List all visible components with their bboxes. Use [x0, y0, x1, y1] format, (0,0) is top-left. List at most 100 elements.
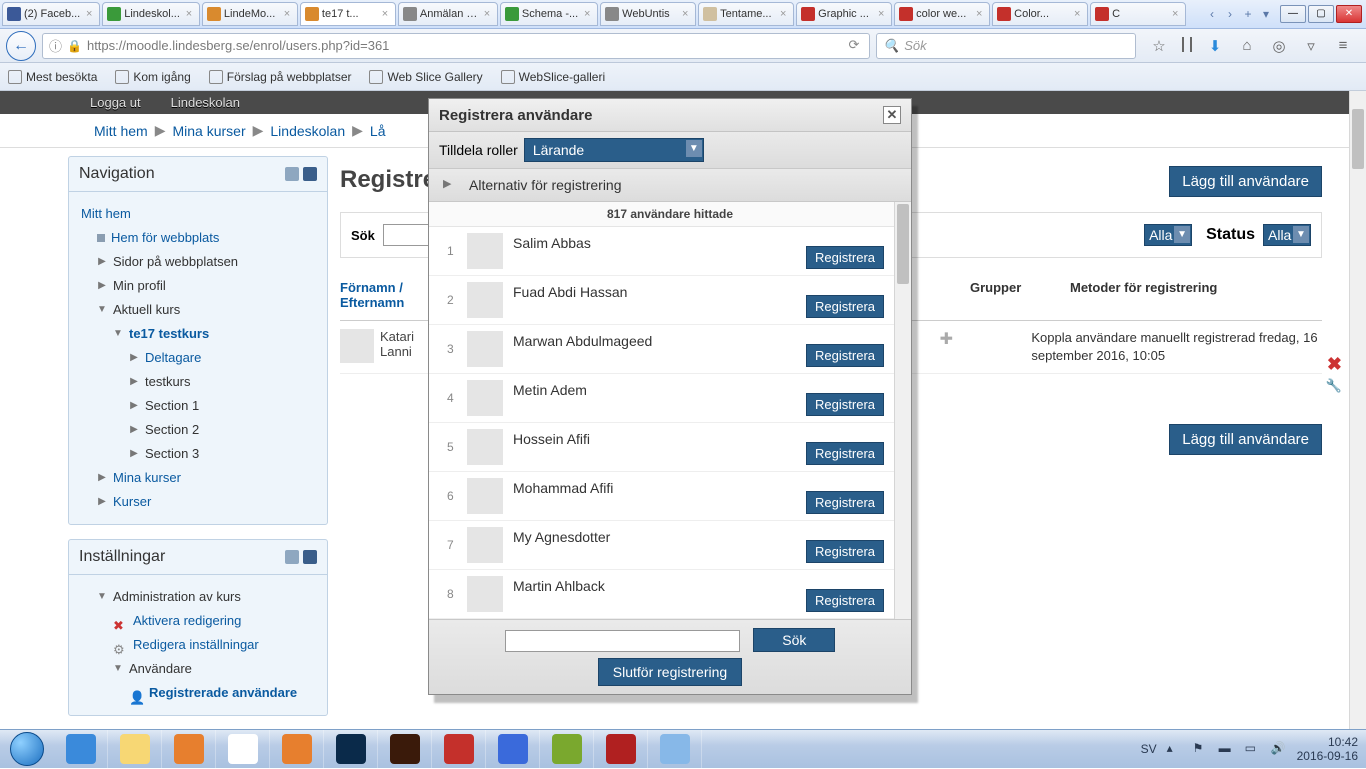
browser-tab[interactable]: (2) Faceb...×: [2, 2, 100, 26]
admin-course[interactable]: ▼Administration av kurs: [81, 585, 315, 609]
bookmark-item[interactable]: WebSlice-galleri: [501, 70, 605, 84]
register-button[interactable]: Registrera: [806, 393, 884, 416]
role-filter-select[interactable]: Alla: [1144, 224, 1192, 246]
bc-courses[interactable]: Mina kurser: [172, 123, 245, 139]
url-bar[interactable]: ⓘ 🔒 https://moodle.lindesberg.se/enrol/u…: [42, 33, 870, 59]
bookmark-item[interactable]: Mest besökta: [8, 70, 97, 84]
dock-icon[interactable]: [303, 550, 317, 564]
col-groups[interactable]: Grupper: [970, 280, 1070, 310]
tab-close-icon[interactable]: ×: [875, 8, 887, 20]
site-link[interactable]: Lindeskolan: [171, 95, 240, 110]
back-button[interactable]: ←: [6, 31, 36, 61]
tab-menu[interactable]: ▾: [1258, 6, 1274, 22]
dialog-search-button[interactable]: Sök: [753, 628, 835, 652]
nav-section3[interactable]: ▶Section 3: [81, 442, 315, 466]
taskbar-app[interactable]: [486, 730, 540, 768]
users-node[interactable]: ▼Användare: [81, 657, 315, 681]
close-window-button[interactable]: ✕: [1336, 5, 1362, 23]
taskbar-app[interactable]: [324, 730, 378, 768]
taskbar-app[interactable]: [216, 730, 270, 768]
network-icon[interactable]: ▬: [1219, 741, 1235, 757]
add-user-button-bottom[interactable]: Lägg till användare: [1169, 424, 1322, 455]
home-icon[interactable]: ⌂: [1238, 37, 1256, 55]
bookmark-star-icon[interactable]: ☆: [1150, 37, 1168, 55]
bookmark-item[interactable]: Web Slice Gallery: [369, 70, 482, 84]
tab-close-icon[interactable]: ×: [1169, 8, 1181, 20]
clock[interactable]: 10:42 2016-09-16: [1297, 735, 1358, 763]
register-button[interactable]: Registrera: [806, 344, 884, 367]
taskbar-app[interactable]: [162, 730, 216, 768]
start-button[interactable]: [0, 730, 54, 769]
taskbar-app[interactable]: [270, 730, 324, 768]
bookmark-item[interactable]: Kom igång: [115, 70, 190, 84]
taskbar-app[interactable]: [54, 730, 108, 768]
register-button[interactable]: Registrera: [806, 540, 884, 563]
taskbar-app[interactable]: [378, 730, 432, 768]
register-button[interactable]: Registrera: [806, 491, 884, 514]
nav-site-pages[interactable]: ▶Sidor på webbplatsen: [81, 250, 315, 274]
enrolled-users[interactable]: 👤Registrerade användare: [81, 681, 315, 705]
register-button[interactable]: Registrera: [806, 246, 884, 269]
reload-button[interactable]: ⟳: [845, 37, 863, 55]
lang-indicator[interactable]: SV: [1141, 742, 1157, 756]
add-group-icon[interactable]: ✚: [940, 331, 953, 348]
flag-icon[interactable]: ⚑: [1193, 741, 1209, 757]
tab-close-icon[interactable]: ×: [481, 8, 493, 20]
browser-tab[interactable]: color we...×: [894, 2, 990, 26]
browser-tab[interactable]: LindeMo...×: [202, 2, 298, 26]
browser-tab[interactable]: WebUntis×: [600, 2, 696, 26]
tab-close-icon[interactable]: ×: [281, 8, 293, 20]
register-button[interactable]: Registrera: [806, 295, 884, 318]
nav-course[interactable]: ▼te17 testkurs: [81, 322, 315, 346]
register-button[interactable]: Registrera: [806, 589, 884, 612]
browser-tab[interactable]: Schema -...×: [500, 2, 598, 26]
taskbar-app[interactable]: [648, 730, 702, 768]
add-user-button-top[interactable]: Lägg till användare: [1169, 166, 1322, 197]
taskbar-app[interactable]: [594, 730, 648, 768]
browser-tab[interactable]: C×: [1090, 2, 1186, 26]
download-icon[interactable]: ⬇: [1206, 37, 1224, 55]
logout-link[interactable]: Logga ut: [90, 95, 141, 110]
scrollbar-thumb[interactable]: [1352, 109, 1364, 169]
enrolment-options-toggle[interactable]: Alternativ för registrering: [429, 169, 911, 202]
browser-tab[interactable]: Anmälan - Sit...×: [398, 2, 498, 26]
taskbar-app[interactable]: [432, 730, 486, 768]
role-select[interactable]: Lärande: [524, 138, 704, 162]
nav-courses[interactable]: ▶Kurser: [81, 490, 315, 514]
tab-close-icon[interactable]: ×: [83, 8, 95, 20]
menu-icon[interactable]: ≡: [1334, 37, 1352, 55]
volume-icon[interactable]: 🔊: [1271, 741, 1287, 757]
bookmark-item[interactable]: Förslag på webbplatser: [209, 70, 352, 84]
new-tab-button[interactable]: +: [1240, 6, 1256, 22]
dialog-search-input[interactable]: [505, 630, 740, 652]
search-bar[interactable]: 🔍 Sök: [876, 33, 1136, 59]
taskbar-app[interactable]: [540, 730, 594, 768]
minimize-button[interactable]: —: [1280, 5, 1306, 23]
nav-site-home[interactable]: Hem för webbplats: [81, 226, 315, 250]
list-scrollbar[interactable]: [894, 202, 911, 619]
nav-participants[interactable]: ▶Deltagare: [81, 346, 315, 370]
taskbar-app[interactable]: [108, 730, 162, 768]
tab-close-icon[interactable]: ×: [379, 8, 391, 20]
browser-tab[interactable]: Graphic ...×: [796, 2, 892, 26]
maximize-button[interactable]: ▢: [1308, 5, 1334, 23]
tab-close-icon[interactable]: ×: [777, 8, 789, 20]
minus-icon[interactable]: [285, 550, 299, 564]
nav-profile[interactable]: ▶Min profil: [81, 274, 315, 298]
nav-home[interactable]: Mitt hem: [81, 202, 315, 226]
tab-scroll-left[interactable]: ‹: [1204, 6, 1220, 22]
tab-close-icon[interactable]: ×: [1071, 8, 1083, 20]
bc-home[interactable]: Mitt hem: [94, 123, 148, 139]
battery-icon[interactable]: ▭: [1245, 741, 1261, 757]
page-scrollbar[interactable]: [1349, 91, 1366, 729]
tray-up-icon[interactable]: ▴: [1167, 741, 1183, 757]
tab-scroll-right[interactable]: ›: [1222, 6, 1238, 22]
library-icon[interactable]: [1182, 37, 1192, 52]
register-button[interactable]: Registrera: [806, 442, 884, 465]
nav-section1[interactable]: ▶Section 1: [81, 394, 315, 418]
turn-editing-on[interactable]: ✖Aktivera redigering: [81, 609, 315, 633]
nav-current-course[interactable]: ▼Aktuell kurs: [81, 298, 315, 322]
list-scroll-thumb[interactable]: [897, 204, 909, 284]
status-filter-select[interactable]: Alla: [1263, 224, 1311, 246]
dock-icon[interactable]: [303, 167, 317, 181]
